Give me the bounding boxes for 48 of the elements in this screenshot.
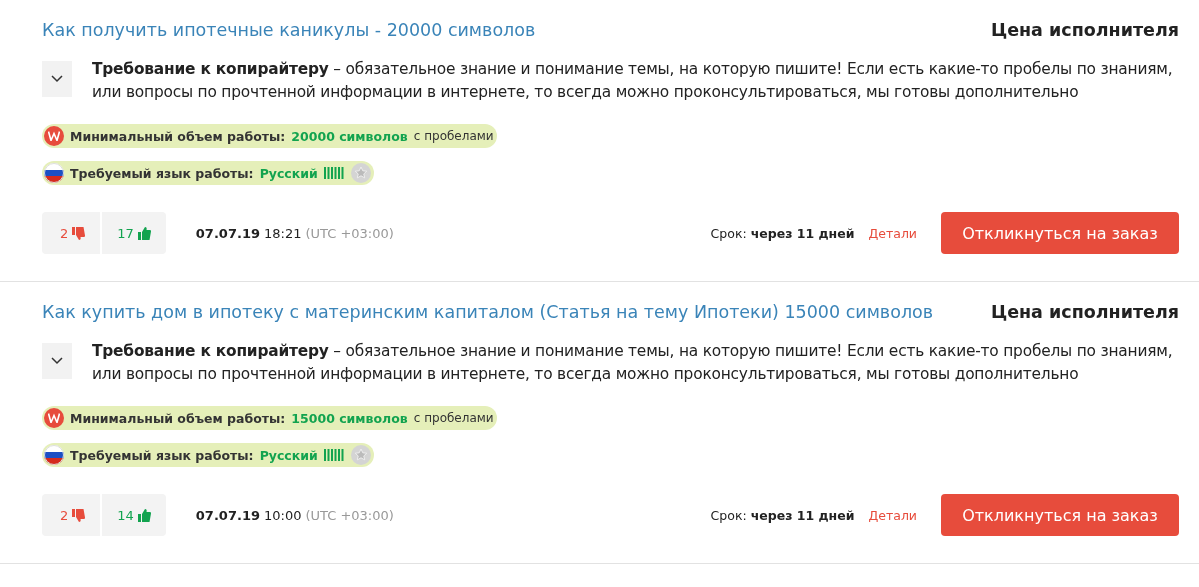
language-value: Русский xyxy=(259,447,318,463)
volume-label: Минимальный объем работы: xyxy=(70,128,286,144)
dislike-button[interactable]: 2 xyxy=(42,494,101,536)
language-label: Требуемый язык работы: xyxy=(70,165,254,181)
respond-button[interactable]: Откликнуться на заказ xyxy=(941,494,1179,536)
russian-flag-icon xyxy=(44,445,64,465)
volume-suffix: с пробелами xyxy=(413,411,494,425)
post-time: 18:21 xyxy=(264,225,302,241)
language-label: Требуемый язык работы: xyxy=(70,447,254,463)
respond-button[interactable]: Откликнуться на заказ xyxy=(941,212,1179,254)
price-label: Цена исполнителя xyxy=(990,20,1179,40)
expand-button[interactable] xyxy=(42,343,72,379)
language-value: Русский xyxy=(259,165,318,181)
volume-value: 20000 символов xyxy=(291,128,408,144)
like-button[interactable]: 17 xyxy=(102,212,166,254)
russian-flag-icon xyxy=(44,163,64,183)
order-title-link[interactable]: Как получить ипотечные каникулы - 20000 символов xyxy=(42,20,536,40)
order-description: Требование к копирайтеру – обязательное знание и понимание темы, на которую пишите! Если есть какие-то пробелы по знаниям, или вопросы по прочтенной информации в интернете, то всегда можно проконсультироваться, мы готовы дополнительно xyxy=(92,59,1174,103)
level-bars-icon xyxy=(323,167,345,179)
post-date: 07.07.19 xyxy=(195,225,260,241)
volume-suffix: с пробелами xyxy=(413,129,494,143)
term-value: через 11 дней xyxy=(750,225,855,241)
like-button[interactable]: 14 xyxy=(102,494,166,536)
order-title-link[interactable]: Как купить дом в ипотеку с материнским капиталом (Статья на тему Ипотеки) 15000 символов xyxy=(42,302,934,322)
chevron-down-icon xyxy=(51,75,63,83)
timezone: (UTC +03:00) xyxy=(305,225,394,241)
timezone: (UTC +03:00) xyxy=(305,507,394,523)
dislike-button[interactable]: 2 xyxy=(42,212,101,254)
thumbs-up-icon xyxy=(137,226,151,240)
post-date: 07.07.19 xyxy=(195,507,260,523)
term-label: Срок: xyxy=(710,225,747,241)
chevron-down-icon xyxy=(51,357,63,365)
thumbs-down-icon xyxy=(72,226,86,240)
thumbs-down-icon xyxy=(72,508,86,522)
level-bars-icon xyxy=(323,449,345,461)
details-link[interactable]: Детали xyxy=(868,507,917,523)
details-link[interactable]: Детали xyxy=(868,225,917,241)
order-description: Требование к копирайтеру – обязательное знание и понимание темы, на которую пишите! Если есть какие-то пробелы по знаниям, или вопросы по прочтенной информации в интернете, то всегда можно проконсультироваться, мы готовы дополнительно xyxy=(92,341,1174,385)
volume-label: Минимальный объем работы: xyxy=(70,410,286,426)
thumbs-up-icon xyxy=(137,508,151,522)
w-letter-icon xyxy=(44,126,64,146)
term-value: через 11 дней xyxy=(750,507,855,523)
term-label: Срок: xyxy=(710,507,747,523)
expand-button[interactable] xyxy=(42,61,72,97)
post-time: 10:00 xyxy=(264,507,302,523)
price-label: Цена исполнителя xyxy=(990,302,1179,322)
volume-value: 15000 символов xyxy=(291,410,408,426)
w-letter-icon xyxy=(44,408,64,428)
